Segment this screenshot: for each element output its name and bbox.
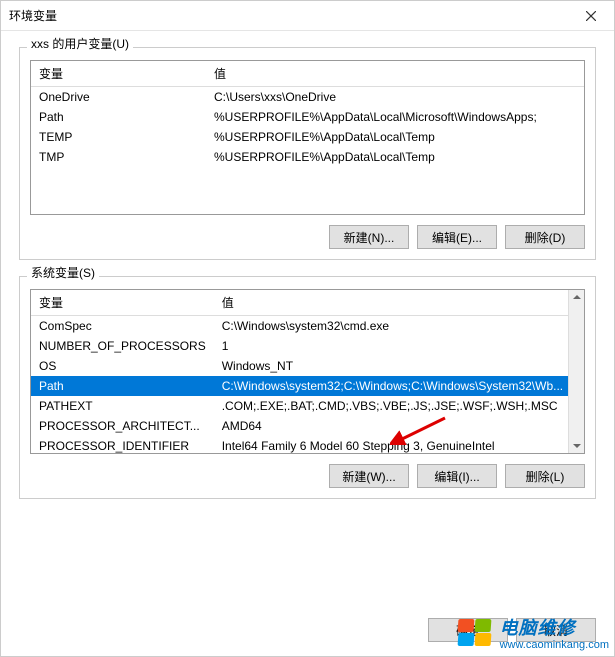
sys-vars-table-wrap: 变量 值 ComSpecC:\Windows\system32\cmd.exe … bbox=[30, 289, 585, 454]
table-row[interactable]: TEMP%USERPROFILE%\AppData\Local\Temp bbox=[31, 127, 584, 147]
table-row-selected[interactable]: PathC:\Windows\system32;C:\Windows;C:\Wi… bbox=[31, 376, 584, 396]
sys-new-button[interactable]: 新建(W)... bbox=[329, 464, 409, 488]
user-buttons: 新建(N)... 编辑(E)... 删除(D) bbox=[30, 225, 585, 249]
user-col-value[interactable]: 值 bbox=[206, 61, 584, 87]
user-edit-button[interactable]: 编辑(E)... bbox=[417, 225, 497, 249]
cancel-button[interactable]: 取消 bbox=[516, 618, 596, 642]
user-vars-label: xxs 的用户变量(U) bbox=[27, 35, 133, 52]
close-button[interactable] bbox=[576, 4, 606, 28]
sys-col-name[interactable]: 变量 bbox=[31, 290, 214, 316]
sys-edit-button[interactable]: 编辑(I)... bbox=[417, 464, 497, 488]
table-row[interactable]: OneDriveC:\Users\xxs\OneDrive bbox=[31, 87, 584, 108]
dialog-footer: 确定 取消 bbox=[1, 608, 614, 656]
sys-col-value[interactable]: 值 bbox=[214, 290, 584, 316]
sys-vars-label: 系统变量(S) bbox=[27, 264, 99, 281]
table-row[interactable]: PROCESSOR_ARCHITECT...AMD64 bbox=[31, 416, 584, 436]
user-col-name[interactable]: 变量 bbox=[31, 61, 206, 87]
sys-buttons: 新建(W)... 编辑(I)... 删除(L) bbox=[30, 464, 585, 488]
content-area: xxs 的用户变量(U) 变量 值 OneDriveC:\Users\xxs\O… bbox=[1, 31, 614, 608]
sys-vars-table[interactable]: 变量 值 ComSpecC:\Windows\system32\cmd.exe … bbox=[31, 290, 584, 454]
sys-vars-group: 系统变量(S) 变量 值 ComSpecC:\Windows\system32\… bbox=[19, 272, 596, 499]
table-row[interactable]: ComSpecC:\Windows\system32\cmd.exe bbox=[31, 316, 584, 337]
ok-button[interactable]: 确定 bbox=[428, 618, 508, 642]
user-vars-table-wrap: 变量 值 OneDriveC:\Users\xxs\OneDrive Path%… bbox=[30, 60, 585, 215]
user-delete-button[interactable]: 删除(D) bbox=[505, 225, 585, 249]
sys-scrollbar[interactable] bbox=[568, 290, 584, 453]
env-vars-window: 环境变量 xxs 的用户变量(U) 变量 值 bbox=[0, 0, 615, 657]
user-vars-group: xxs 的用户变量(U) 变量 值 OneDriveC:\Users\xxs\O… bbox=[19, 43, 596, 260]
table-row[interactable]: OSWindows_NT bbox=[31, 356, 584, 376]
table-row[interactable]: PATHEXT.COM;.EXE;.BAT;.CMD;.VBS;.VBE;.JS… bbox=[31, 396, 584, 416]
window-title: 环境变量 bbox=[9, 7, 576, 24]
table-row[interactable]: PROCESSOR_IDENTIFIERIntel64 Family 6 Mod… bbox=[31, 436, 584, 454]
user-new-button[interactable]: 新建(N)... bbox=[329, 225, 409, 249]
table-row[interactable]: Path%USERPROFILE%\AppData\Local\Microsof… bbox=[31, 107, 584, 127]
sys-delete-button[interactable]: 删除(L) bbox=[505, 464, 585, 488]
user-vars-table[interactable]: 变量 值 OneDriveC:\Users\xxs\OneDrive Path%… bbox=[31, 61, 584, 167]
table-row[interactable]: TMP%USERPROFILE%\AppData\Local\Temp bbox=[31, 147, 584, 167]
titlebar: 环境变量 bbox=[1, 1, 614, 31]
table-row[interactable]: NUMBER_OF_PROCESSORS1 bbox=[31, 336, 584, 356]
close-icon bbox=[586, 11, 596, 21]
